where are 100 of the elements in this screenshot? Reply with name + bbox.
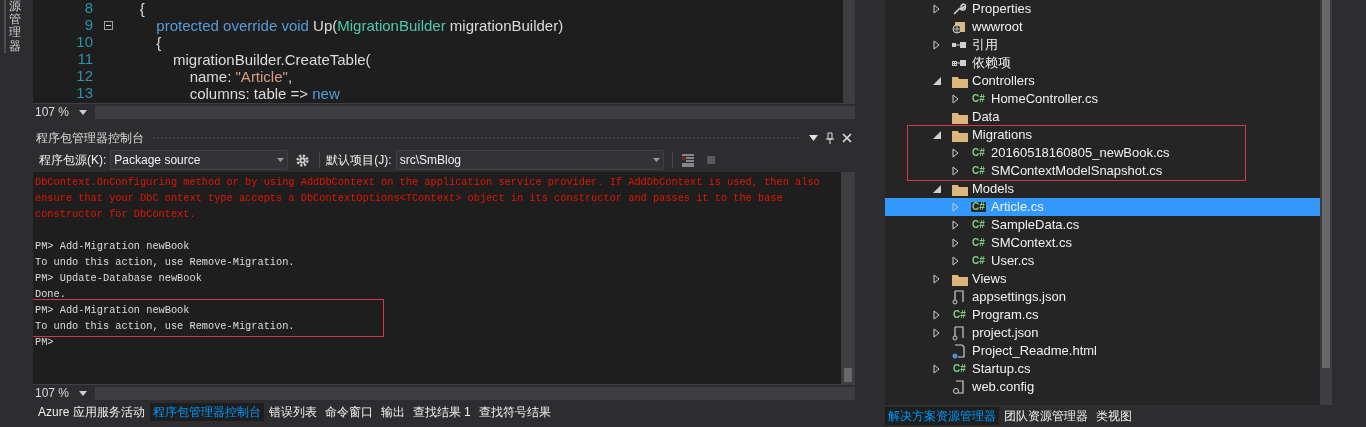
pin-icon[interactable] [826,132,834,144]
caret-icon[interactable] [79,109,87,115]
default-project-dropdown[interactable]: src\SmBlog [395,150,664,170]
tree-item[interactable]: C# User.cs [885,252,1320,270]
tree-item-label: SMContextModelSnapshot.cs [991,162,1163,181]
tree-item[interactable]: 依赖项 [885,54,1320,72]
caret-icon [652,158,660,162]
close-icon[interactable] [842,133,852,143]
tree-item-label: web.config [972,378,1035,397]
caret-icon[interactable] [79,390,87,396]
tree-item[interactable]: Project_Readme.html [885,342,1320,360]
tree-item-label: appsettings.json [972,288,1066,307]
settings-icon[interactable] [295,152,311,168]
panel-tab[interactable]: 查找符号结果 [475,402,554,421]
tree-item[interactable]: C# Article.cs [885,198,1320,216]
collapsed-arrow-icon[interactable] [952,148,959,158]
panel-tab[interactable]: 命令窗口 [321,402,376,421]
tree-item[interactable]: web.config [885,378,1320,396]
zoom-level[interactable]: 107 % [33,384,77,402]
tree-item[interactable]: 引用 [885,36,1320,54]
error-message-line: DbContext.OnConfiguring method or by using AddDbContext on the application service provider. If AddDbContext is used, then also [34,175,821,190]
csharp-file-icon: C# [952,310,967,320]
tree-item-label: Models [972,180,1014,199]
config-file-icon [952,379,965,395]
panel-tab[interactable]: 查找结果 1 [409,402,474,421]
folder-icon [952,182,968,196]
clear-console-icon[interactable] [680,153,695,167]
zoom-level[interactable]: 107 % [33,103,77,121]
error-message-line: ensure that your DbC ontext type accepts a DbContextOptions<TContext> object in its constructor and passes it to the base [34,191,784,206]
console-output-line: Done. [34,287,67,302]
tree-item[interactable]: C# HomeController.cs [885,90,1320,108]
collapsed-arrow-icon[interactable] [952,256,959,266]
collapsed-arrow-icon[interactable] [933,274,940,284]
tree-item-label: Startup.cs [972,360,1031,379]
tree-item-label: SampleData.cs [991,216,1080,235]
vertical-scrollbar[interactable] [841,172,855,384]
csharp-file-icon: C# [971,166,986,176]
collapsed-arrow-icon[interactable] [933,310,940,320]
tree-item-label: 依赖项 [972,54,1011,73]
collapsed-arrow-icon[interactable] [933,364,940,374]
collapsed-arrow-icon[interactable] [952,94,959,104]
expanded-arrow-icon[interactable] [933,77,941,85]
panel-tab[interactable]: 类视图 [1093,407,1135,425]
csharp-file-icon: C# [952,364,967,374]
panel-tab[interactable]: 错误列表 [265,402,320,421]
tree-item-label: Article.cs [991,198,1044,217]
tree-item[interactable]: appsettings.json [885,288,1320,306]
tree-item[interactable]: Controllers [885,72,1320,90]
panel-tab[interactable]: Azure 应用服务活动 [35,402,148,421]
package-source-dropdown[interactable]: Package source [110,150,289,170]
tree-item[interactable]: Migrations [885,126,1320,144]
tree-item[interactable]: Properties [885,0,1320,18]
tree-item[interactable]: C# SampleData.cs [885,216,1320,234]
dependency-icon [952,59,966,67]
tree-item[interactable]: C# SMContextModelSnapshot.cs [885,162,1320,180]
caret-icon[interactable] [809,135,818,141]
code-line: { [155,35,162,50]
reference-icon [952,41,966,49]
collapsed-arrow-icon[interactable] [952,220,959,230]
collapse-icon[interactable] [103,21,113,30]
expanded-arrow-icon[interactable] [933,131,941,139]
tree-item[interactable]: C# 20160518160805_newBook.cs [885,144,1320,162]
panel-tab[interactable]: 输出 [377,402,408,421]
code-line: name: "Article", [188,69,293,84]
tree-item-label: Data [972,108,1000,127]
tree-item[interactable]: Models [885,180,1320,198]
tree-item-label: Project_Readme.html [972,342,1097,361]
collapsed-arrow-icon[interactable] [933,40,940,50]
collapsed-arrow-icon[interactable] [933,4,940,14]
json-file-icon [952,325,965,341]
tree-item[interactable]: project.json [885,324,1320,342]
panel-tab[interactable]: 解决方案资源管理器 [885,407,999,425]
tree-item[interactable]: C# Startup.cs [885,360,1320,378]
collapsed-arrow-icon[interactable] [933,328,940,338]
tree-item[interactable]: Data [885,108,1320,126]
expanded-arrow-icon[interactable] [933,185,941,193]
tree-item[interactable]: C# Program.cs [885,306,1320,324]
folder-icon [952,128,968,142]
collapsed-arrow-icon[interactable] [952,166,959,176]
console-output-line: To undo this action, use Remove-Migration. [34,319,296,334]
tree-item-label: Program.cs [972,306,1039,325]
tree-item-label: 引用 [972,36,998,55]
console-output-line: PM> [34,335,55,350]
tree-item[interactable]: C# SMContext.cs [885,234,1320,252]
wrench-icon [952,2,966,16]
tree-item[interactable]: Views [885,270,1320,288]
vertical-scrollbar[interactable] [1320,0,1332,405]
code-line: protected override void Up(MigrationBuilder migrationBuilder) [155,18,564,33]
side-tab[interactable]: 源管理器 [4,0,24,53]
console-output-line: PM> Add-Migration newBook [34,303,191,318]
panel-tab[interactable]: 程序包管理器控制台 [149,402,264,421]
tree-item-label: wwwroot [972,18,1023,37]
panel-tab[interactable]: 团队资源管理器 [1001,407,1091,425]
csharp-file-icon: C# [971,202,986,212]
caret-icon [277,158,285,162]
collapsed-arrow-icon[interactable] [952,238,959,248]
vertical-scrollbar[interactable] [843,0,855,103]
error-message-line: constructor for DbContext. [34,207,197,222]
tree-item[interactable]: wwwroot [885,18,1320,36]
folder-icon [952,74,968,88]
